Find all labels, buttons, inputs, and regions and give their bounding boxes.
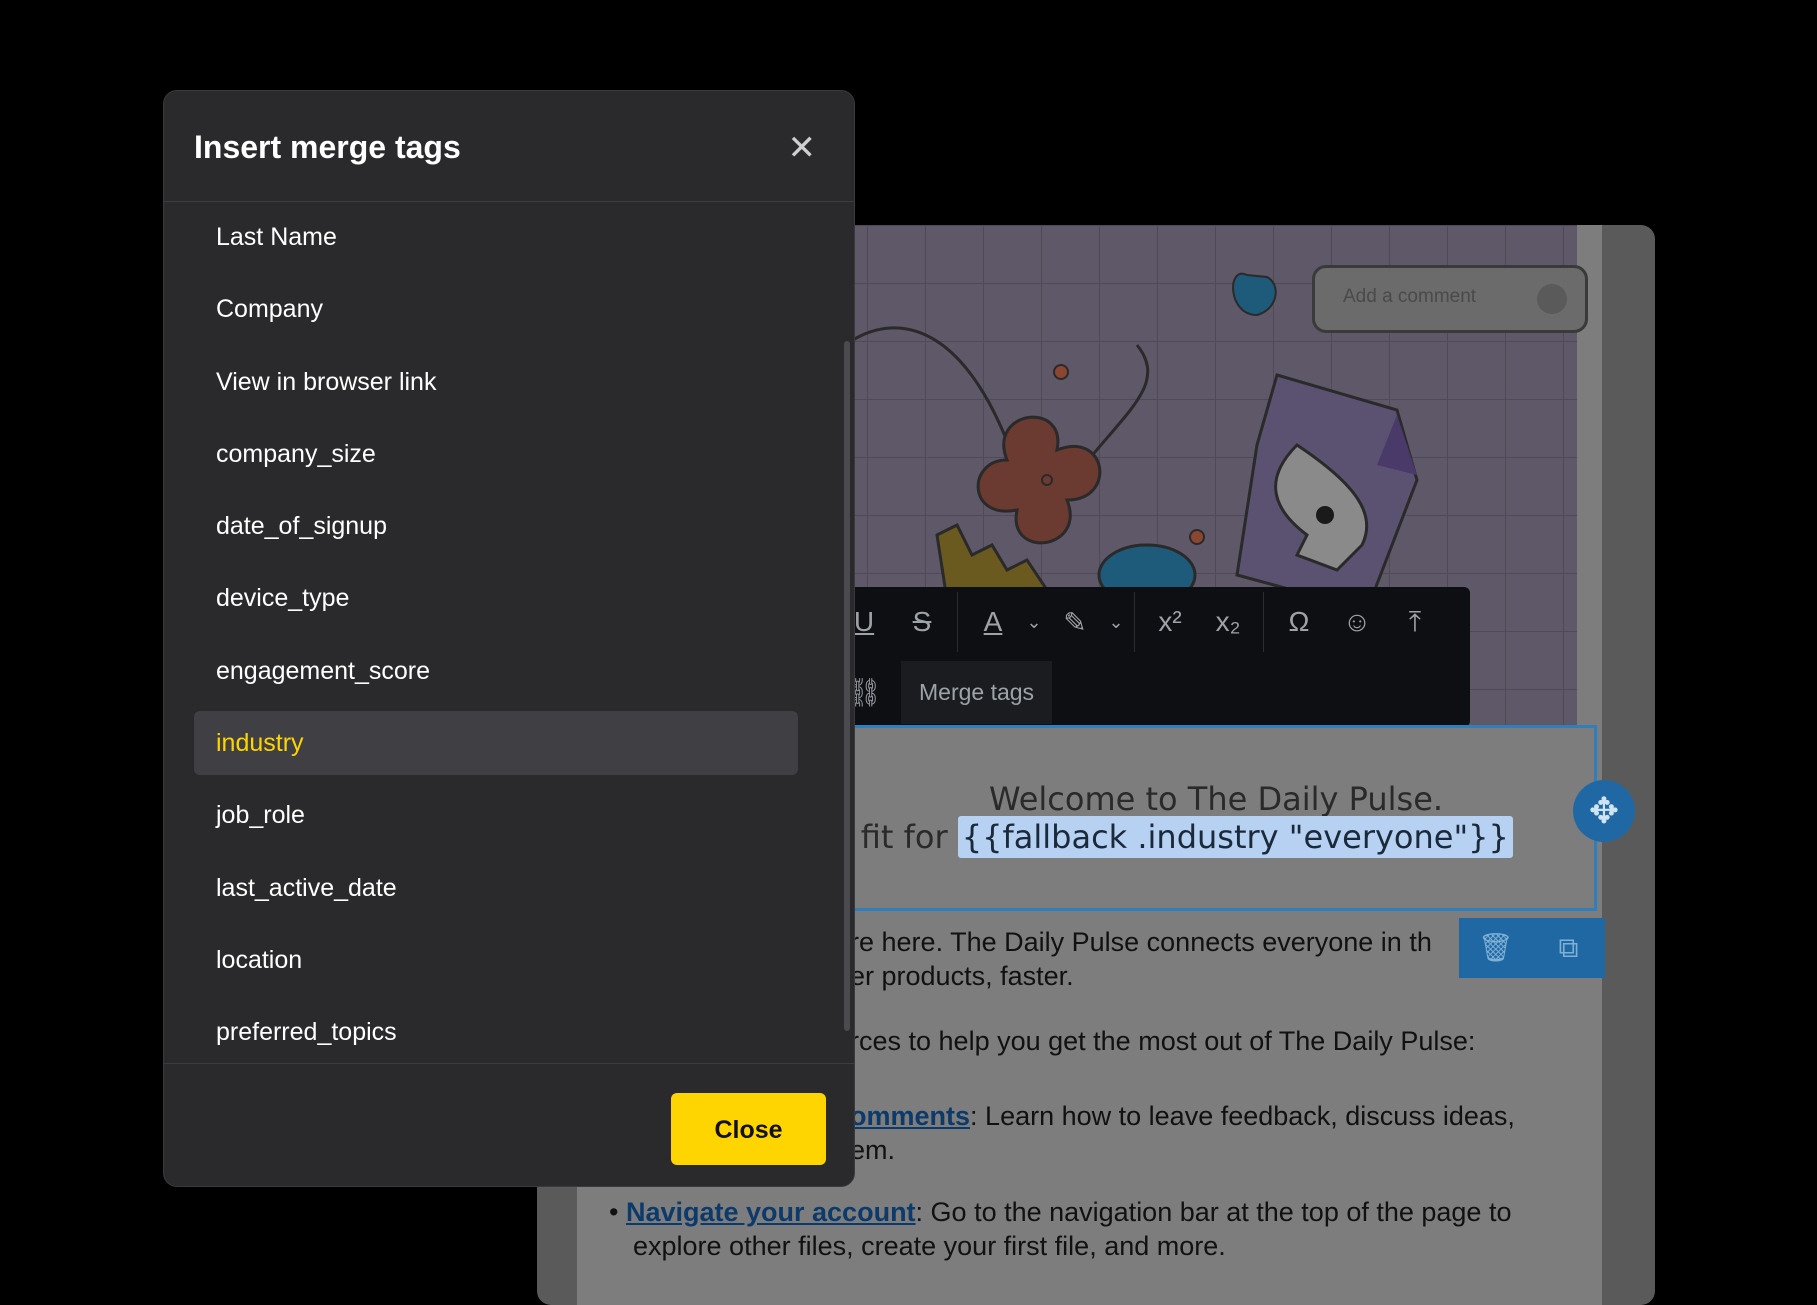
welcome-heading: Welcome to The Daily Pulse. [988,780,1444,818]
bullet-2: • Navigate your account: Go to the navig… [609,1195,1609,1263]
fit-line: t fit for {{fallback .industry "everyone… [838,816,1513,858]
bullet-1: comments: Learn how to leave feedback, d… [835,1099,1655,1167]
merge-tag-item[interactable]: View in browser link [194,350,798,414]
divider [164,1063,854,1064]
bullet-2-text: : Go to the navigation bar at the top of… [915,1197,1512,1227]
merge-tag-item[interactable]: last_active_date [194,856,798,920]
comments-link[interactable]: comments [835,1101,970,1131]
move-icon[interactable]: ✥ [1573,780,1635,842]
paragraph-1-line-1: are here. The Daily Pulse connects every… [835,927,1432,957]
toolbar-divider [1134,592,1135,652]
font-color-icon[interactable]: A [964,606,1022,638]
toolbar-row-links: ⛓ Merge tags [835,657,1053,727]
paragraph-1: are here. The Daily Pulse connects every… [835,925,1655,993]
navigate-account-link[interactable]: Navigate your account [626,1197,916,1227]
merge-tag-item[interactable]: preferred_topics [194,1000,798,1063]
merge-tag-list: Last Name Company View in browser link comp… [194,201,798,1063]
merge-tag-item[interactable]: industry [194,711,798,776]
chevron-down-icon[interactable]: ⌄ [1022,612,1046,633]
close-button[interactable]: Close [671,1093,826,1165]
selected-text-block[interactable]: Welcome to The Daily Pulse. t fit for {{… [835,725,1597,911]
bullet-2-line-2: explore other files, create your first f… [633,1231,1226,1261]
strikethrough-icon[interactable]: S [893,606,951,638]
merge-tag-item[interactable]: company_size [194,422,798,486]
superscript-icon[interactable]: x² [1141,606,1199,638]
upload-icon[interactable]: ⤒ [1386,606,1444,639]
bullet-1-text: : Learn how to leave feedback, discuss i… [970,1101,1515,1131]
merge-tag-item[interactable]: job_role [194,783,798,847]
insert-merge-tags-dialog: Insert merge tags ✕ Last Name Company View… [163,90,855,1187]
merge-tag-item[interactable]: Last Name [194,205,798,269]
merge-tag-item[interactable]: date_of_signup [194,494,798,558]
chevron-down-icon[interactable]: ⌄ [1104,612,1128,633]
selected-merge-tag[interactable]: {{fallback .industry "everyone"}} [957,816,1513,858]
list-scrollbar[interactable] [844,341,850,1031]
toolbar-divider [1263,592,1264,652]
close-icon[interactable]: ✕ [788,131,817,165]
merge-tag-item[interactable]: engagement_score [194,639,798,703]
text-format-toolbar: U S A ⌄ ✎ ⌄ x² x₂ Ω ☺ ⤒ ⛓ Merge tags [835,587,1470,727]
highlight-icon[interactable]: ✎ [1046,606,1104,639]
emoji-icon[interactable]: ☺ [1328,606,1386,638]
merge-tags-button[interactable]: Merge tags [901,660,1053,724]
paragraph-1-line-2: tter products, faster. [835,961,1074,991]
special-char-icon[interactable]: Ω [1270,606,1328,638]
toolbar-row-format: U S A ⌄ ✎ ⌄ x² x₂ Ω ☺ ⤒ [835,587,1444,657]
add-comment-input[interactable]: Add a comment [1312,265,1588,333]
merge-tag-item[interactable]: location [194,928,798,992]
bullet-1-line-2: hem. [835,1135,896,1165]
fit-prefix: t fit for [838,818,958,856]
comment-placeholder: Add a comment [1343,286,1477,307]
send-comment-icon[interactable] [1537,284,1567,314]
merge-tag-item[interactable]: Company [194,277,798,341]
paragraph-2: urces to help you get the most out of Th… [835,1026,1476,1056]
merge-tag-item[interactable]: device_type [194,566,798,630]
toolbar-divider [957,592,958,652]
dialog-title: Insert merge tags [194,129,461,165]
subscript-icon[interactable]: x₂ [1199,606,1257,638]
